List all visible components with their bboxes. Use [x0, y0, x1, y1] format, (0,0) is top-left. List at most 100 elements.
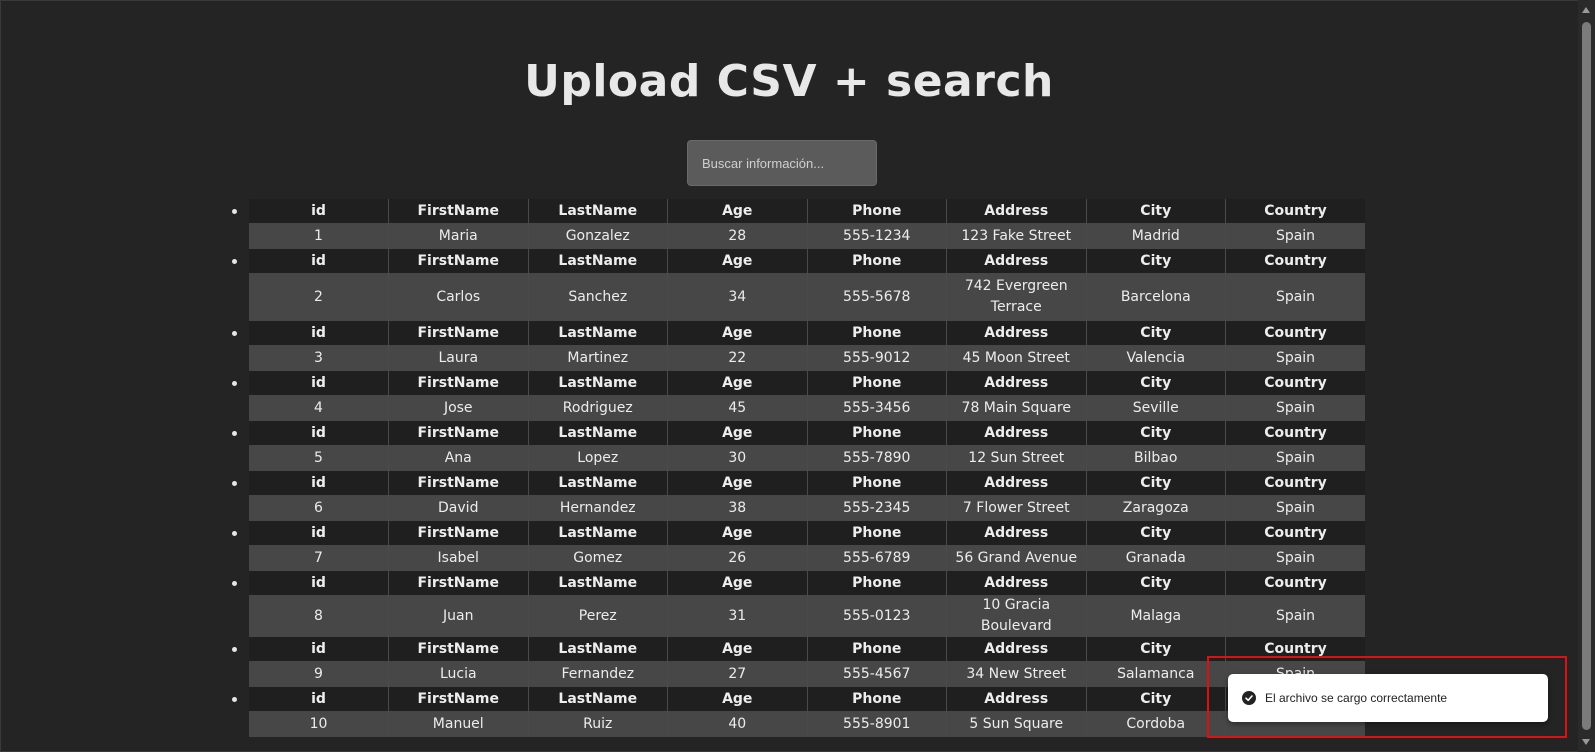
table-header-row: id FirstName LastName Age Phone Address …	[249, 471, 1365, 495]
cell-phone: 555-6789	[807, 545, 947, 571]
scroll-up-arrow-icon[interactable]	[1582, 7, 1590, 13]
column-header-address: Address	[946, 321, 1087, 345]
column-header-phone: Phone	[807, 637, 947, 661]
vertical-scrollbar[interactable]	[1578, 0, 1595, 752]
cell-id: 7	[249, 545, 389, 571]
cell-city: Madrid	[1086, 223, 1226, 249]
cell-address: 45 Moon Street	[946, 345, 1087, 371]
toast-message: El archivo se cargo correctamente	[1265, 691, 1448, 705]
list-item: id FirstName LastName Age Phone Address …	[232, 571, 1365, 637]
table-header-row: id FirstName LastName Age Phone Address …	[249, 249, 1365, 273]
column-header-id: id	[249, 199, 389, 223]
column-header-age: Age	[667, 521, 808, 545]
column-header-lastname: LastName	[528, 687, 668, 711]
table-row: 2 Carlos Sanchez 34 555-5678 742 Evergre…	[249, 273, 1365, 321]
list-bullet	[232, 697, 237, 702]
column-header-address: Address	[946, 199, 1087, 223]
column-header-country: Country	[1264, 324, 1327, 341]
list-item: id FirstName LastName Age Phone Address …	[232, 637, 1365, 687]
column-header-city: City	[1086, 637, 1226, 661]
cell-phone: 555-7890	[807, 445, 947, 471]
scrollbar-thumb[interactable]	[1582, 22, 1591, 730]
cell-lastname: Sanchez	[528, 273, 668, 321]
scroll-down-arrow-icon[interactable]	[1582, 739, 1590, 745]
list-bullet	[232, 331, 237, 336]
column-header-country: Country	[1264, 252, 1327, 269]
cell-id: 8	[249, 595, 389, 637]
column-header-address: Address	[946, 249, 1087, 273]
cell-id: 3	[249, 345, 389, 371]
column-header-firstname: FirstName	[388, 321, 529, 345]
column-header-phone: Phone	[807, 421, 947, 445]
cell-lastname: Ruiz	[528, 711, 668, 737]
column-header-id: id	[249, 637, 389, 661]
column-header-id: id	[249, 321, 389, 345]
column-header-address: Address	[946, 521, 1087, 545]
success-toast[interactable]: El archivo se cargo correctamente	[1228, 674, 1548, 722]
table-row: 5 Ana Lopez 30 555-7890 12 Sun Street Bi…	[249, 445, 1365, 471]
cell-age: 40	[667, 711, 808, 737]
column-header-firstname: FirstName	[388, 571, 529, 595]
cell-address: 34 New Street	[946, 661, 1087, 687]
cell-phone: 555-3456	[807, 395, 947, 421]
column-header-address: Address	[946, 421, 1087, 445]
record-table: id FirstName LastName Age Phone Address …	[249, 521, 1365, 571]
cell-age: 34	[667, 273, 808, 321]
column-header-firstname: FirstName	[388, 371, 529, 395]
list-bullet	[232, 431, 237, 436]
column-header-lastname: LastName	[528, 371, 668, 395]
table-row: 9 Lucia Fernandez 27 555-4567 34 New Str…	[249, 661, 1365, 687]
list-item: id FirstName LastName Age Phone Address …	[232, 371, 1365, 421]
list-bullet	[232, 209, 237, 214]
column-header-phone: Phone	[807, 687, 947, 711]
column-header-age: Age	[667, 199, 808, 223]
column-header-address: Address	[946, 471, 1087, 495]
cell-lastname: Rodriguez	[528, 395, 668, 421]
table-header-row: id FirstName LastName Age Phone Address …	[249, 571, 1365, 595]
table-header-row: id FirstName LastName Age Phone Address …	[249, 521, 1365, 545]
column-header-city: City	[1086, 521, 1226, 545]
cell-address: 10 Gracia Boulevard	[946, 595, 1087, 637]
page-title: Upload CSV + search	[524, 56, 1054, 107]
column-header-lastname: LastName	[528, 199, 668, 223]
list-item: id FirstName LastName Age Phone Address …	[232, 199, 1365, 249]
column-header-country: Country	[1264, 202, 1327, 219]
list-item: id FirstName LastName Age Phone Address …	[232, 321, 1365, 371]
cell-firstname: Juan	[388, 595, 529, 637]
cell-city: Zaragoza	[1086, 495, 1226, 521]
record-table: id FirstName LastName Age Phone Address …	[249, 471, 1365, 521]
column-header-lastname: LastName	[528, 471, 668, 495]
cell-firstname: Laura	[388, 345, 529, 371]
search-input[interactable]	[687, 140, 877, 186]
list-bullet	[232, 259, 237, 264]
column-header-phone: Phone	[807, 249, 947, 273]
column-header-lastname: LastName	[528, 249, 668, 273]
column-header-country: Country	[1264, 374, 1327, 391]
table-row: 3 Laura Martinez 22 555-9012 45 Moon Str…	[249, 345, 1365, 371]
column-header-city: City	[1086, 249, 1226, 273]
column-header-city: City	[1086, 199, 1226, 223]
cell-firstname: Manuel	[388, 711, 529, 737]
cell-firstname: Lucia	[388, 661, 529, 687]
column-header-id: id	[249, 371, 389, 395]
column-header-lastname: LastName	[528, 421, 668, 445]
cell-age: 38	[667, 495, 808, 521]
cell-country: Spain	[1275, 549, 1316, 566]
column-header-id: id	[249, 521, 389, 545]
cell-lastname: Fernandez	[528, 661, 668, 687]
column-header-id: id	[249, 471, 389, 495]
cell-phone: 555-0123	[807, 595, 947, 637]
cell-id: 2	[249, 273, 389, 321]
cell-city: Bilbao	[1086, 445, 1226, 471]
column-header-firstname: FirstName	[388, 471, 529, 495]
records-list: id FirstName LastName Age Phone Address …	[232, 199, 1365, 737]
cell-city: Barcelona	[1086, 273, 1226, 321]
cell-address: 7 Flower Street	[946, 495, 1087, 521]
cell-lastname: Hernandez	[528, 495, 668, 521]
list-bullet	[232, 581, 237, 586]
table-header-row: id FirstName LastName Age Phone Address …	[249, 371, 1365, 395]
cell-address: 12 Sun Street	[946, 445, 1087, 471]
cell-firstname: Isabel	[388, 545, 529, 571]
cell-firstname: David	[388, 495, 529, 521]
column-header-city: City	[1086, 471, 1226, 495]
